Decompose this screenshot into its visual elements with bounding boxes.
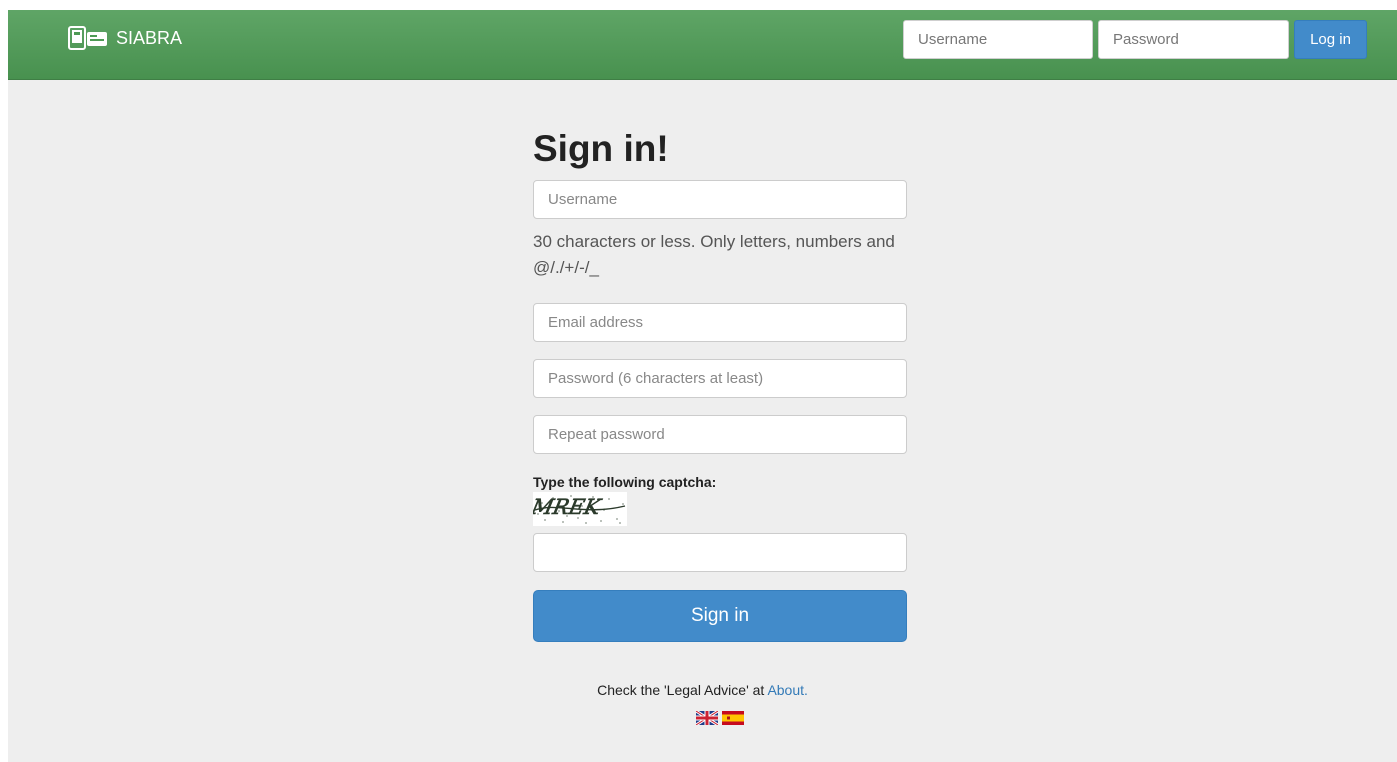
captcha-label: Type the following captcha: [533, 474, 717, 490]
tablet-logo-icon [68, 26, 108, 50]
page: SIABRA Log in Sign in! 30 characters or … [8, 10, 1397, 762]
captcha-image: MREK [528, 492, 627, 526]
navbar-username-input[interactable] [903, 20, 1093, 59]
repeat-password-field[interactable] [533, 415, 907, 454]
uk-flag-icon[interactable] [696, 711, 718, 725]
page-title: Sign in! [533, 128, 669, 169]
legal-note-text: Check the 'Legal Advice' at [597, 682, 768, 698]
username-help-text: 30 characters or less. Only letters, num… [533, 232, 895, 277]
navbar-password-input[interactable] [1098, 20, 1289, 59]
login-button[interactable]: Log in [1294, 20, 1367, 59]
navbar: SIABRA Log in [8, 10, 1397, 80]
brand-link[interactable]: SIABRA [68, 26, 182, 50]
signup-form: Sign in! 30 characters or less. Only let… [528, 122, 907, 642]
email-field[interactable] [533, 303, 907, 342]
brand-name: SIABRA [116, 27, 183, 48]
password-field[interactable] [533, 359, 907, 398]
sign-in-button[interactable]: Sign in [533, 590, 907, 642]
legal-note: Check the 'Legal Advice' at About. [8, 682, 1397, 698]
username-field[interactable] [533, 180, 907, 219]
about-link[interactable]: About. [767, 682, 807, 698]
spain-flag-icon[interactable] [722, 711, 744, 725]
language-switcher [696, 711, 744, 725]
captcha-field[interactable] [533, 533, 907, 572]
